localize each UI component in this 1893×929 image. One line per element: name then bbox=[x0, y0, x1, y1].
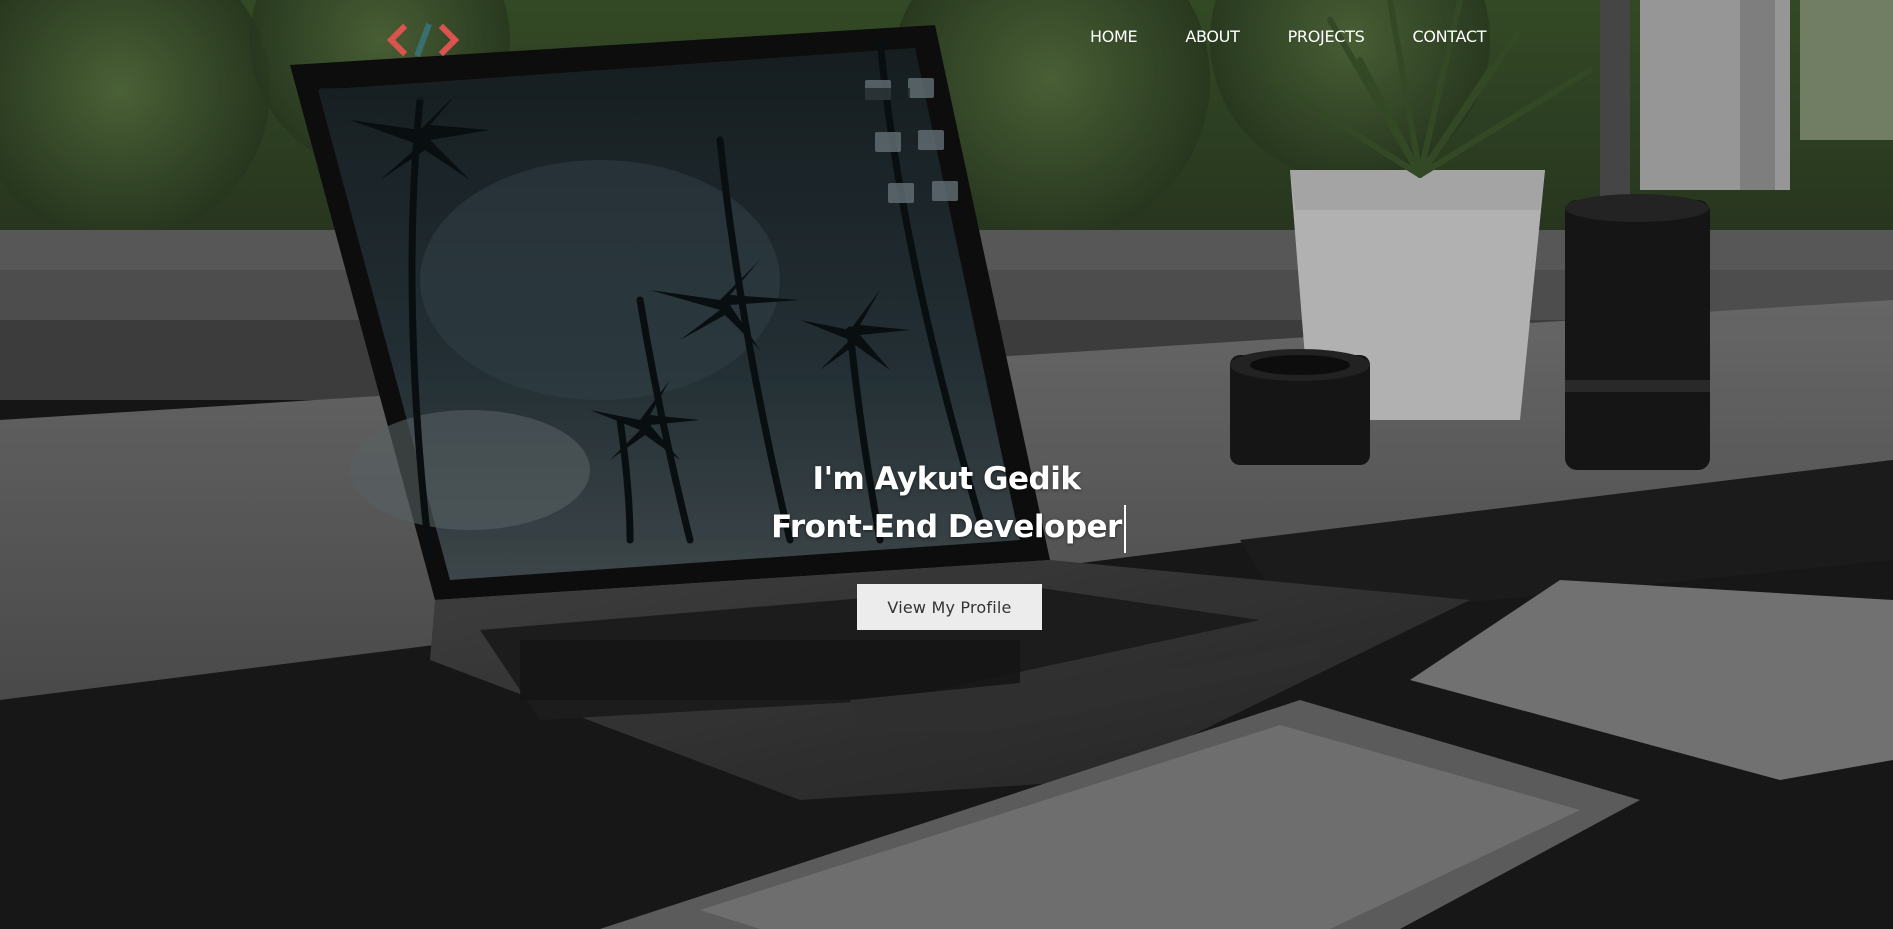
nav-item-projects[interactable]: PROJECTS bbox=[1288, 26, 1365, 48]
main-navigation: HOME ABOUT PROJECTS CONTACT bbox=[1090, 26, 1487, 48]
code-brackets-icon[interactable] bbox=[387, 20, 459, 60]
hero-role: Front-End Developer bbox=[771, 509, 1122, 545]
nav-item-about[interactable]: ABOUT bbox=[1185, 26, 1240, 48]
view-profile-button[interactable]: View My Profile bbox=[857, 584, 1042, 630]
typing-cursor bbox=[1123, 505, 1126, 553]
hero-role-container: Front-End Developer bbox=[0, 503, 1893, 553]
hero-section: HOME ABOUT PROJECTS CONTACT I'm Aykut Ge… bbox=[0, 0, 1893, 929]
typed-text-wrapper: Front-End Developer bbox=[771, 503, 1126, 553]
hero-greeting: I'm Aykut Gedik bbox=[812, 461, 1081, 497]
nav-item-contact[interactable]: CONTACT bbox=[1412, 26, 1486, 48]
nav-item-home[interactable]: HOME bbox=[1090, 26, 1138, 48]
